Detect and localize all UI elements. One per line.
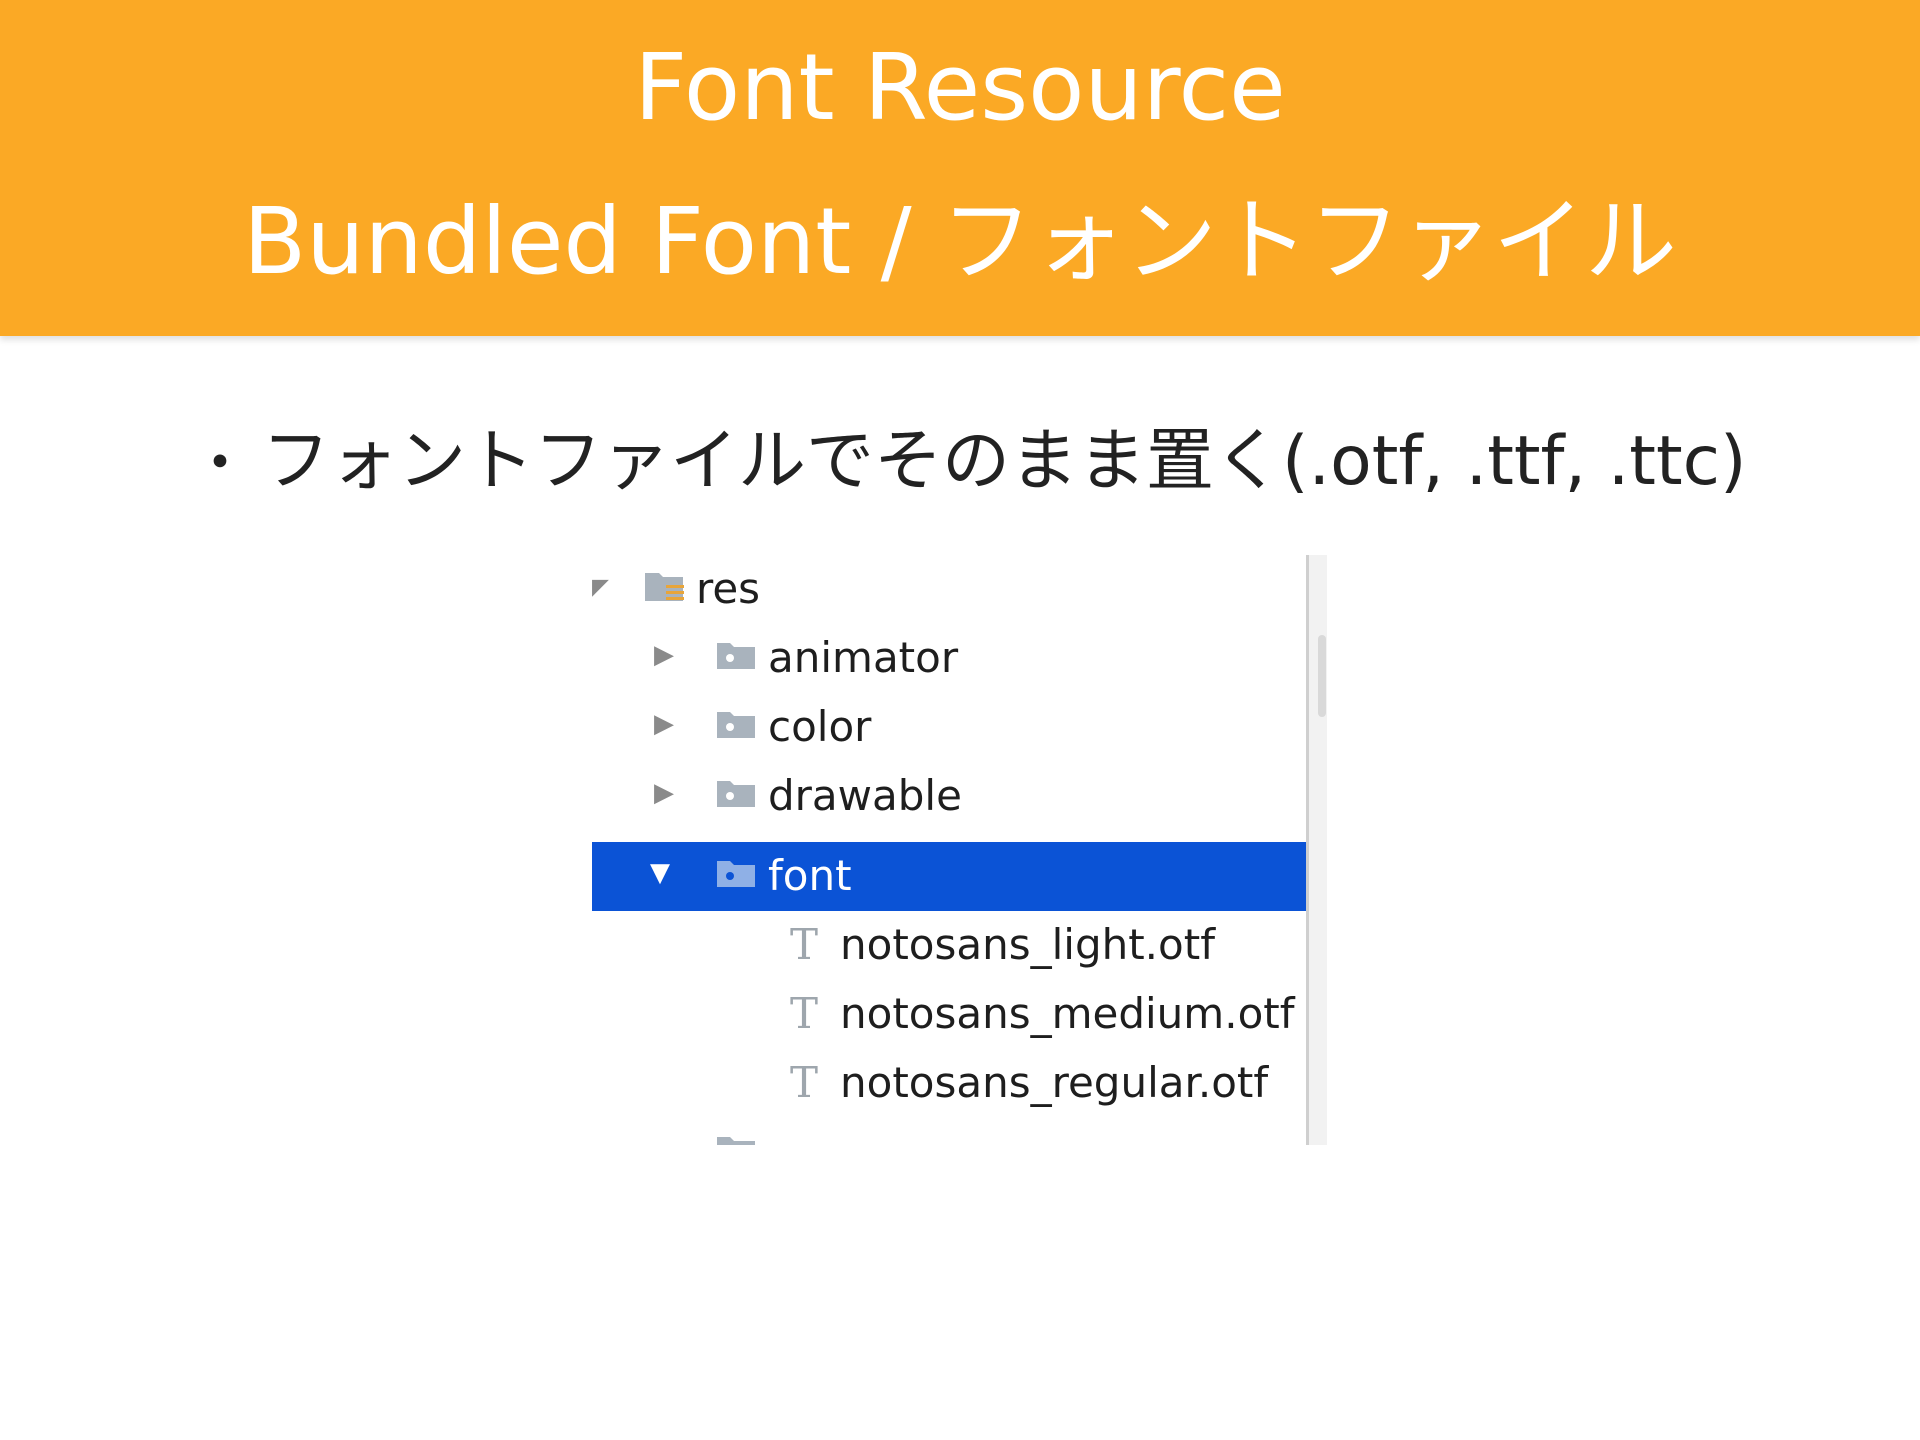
folder-icon: [717, 1137, 755, 1145]
tree-row-clipped[interactable]: [592, 1118, 1306, 1145]
slide-subtitle: Bundled Font / フォントファイル: [243, 188, 1677, 295]
tree-label-animator: animator: [768, 633, 959, 682]
tree-label-drawable: drawable: [768, 771, 962, 820]
tree-row-file[interactable]: T notosans_light.otf: [592, 911, 1306, 980]
tree-label-color: color: [768, 702, 872, 751]
expand-arrow-icon[interactable]: ▶: [654, 642, 674, 668]
tree-row-color[interactable]: ▶ color: [592, 693, 1306, 762]
tree-row-res[interactable]: ◤ res: [592, 555, 1306, 624]
collapse-arrow-icon[interactable]: ▼: [650, 860, 670, 886]
tree-label-font: font: [768, 851, 852, 900]
header-banner: Font Resource Bundled Font / フォントファイル: [0, 0, 1920, 336]
expand-arrow-icon[interactable]: ▶: [654, 711, 674, 737]
font-file-icon: T: [790, 1058, 819, 1107]
scrollbar-thumb[interactable]: [1318, 635, 1326, 717]
res-folder-icon: [645, 573, 684, 601]
tree-label-file: notosans_medium.otf: [840, 989, 1295, 1038]
slide-title: Font Resource: [634, 34, 1286, 141]
tree-label-file: notosans_light.otf: [840, 920, 1215, 969]
project-tree: ◤ res ▶ animator ▶ color ▶ drawable ▼ fo…: [592, 555, 1327, 1145]
tree-label-file: notosans_regular.otf: [840, 1058, 1269, 1107]
tree-row-font[interactable]: ▼ font: [592, 842, 1306, 911]
expand-arrow-icon[interactable]: ▶: [654, 780, 674, 806]
folder-icon: [717, 712, 755, 738]
tree-row-file[interactable]: T notosans_medium.otf: [592, 980, 1306, 1049]
bullet-text: フォントファイルでそのまま置く(.otf, .ttf, .ttc): [262, 422, 1747, 501]
bullet-marker: ・: [190, 429, 250, 499]
collapse-arrow-icon[interactable]: ◤: [592, 577, 609, 599]
tree-row-file[interactable]: T notosans_regular.otf: [592, 1049, 1306, 1118]
tree-row-animator[interactable]: ▶ animator: [592, 624, 1306, 693]
folder-icon: [717, 861, 755, 887]
folder-icon: [717, 781, 755, 807]
bullet-point: ・フォントファイルでそのまま置く(.otf, .ttf, .ttc): [190, 428, 1790, 496]
tree-label-res: res: [696, 564, 761, 613]
folder-icon: [717, 643, 755, 669]
font-file-icon: T: [790, 989, 819, 1038]
font-file-icon: T: [790, 920, 819, 969]
tree-row-drawable[interactable]: ▶ drawable: [592, 762, 1306, 831]
